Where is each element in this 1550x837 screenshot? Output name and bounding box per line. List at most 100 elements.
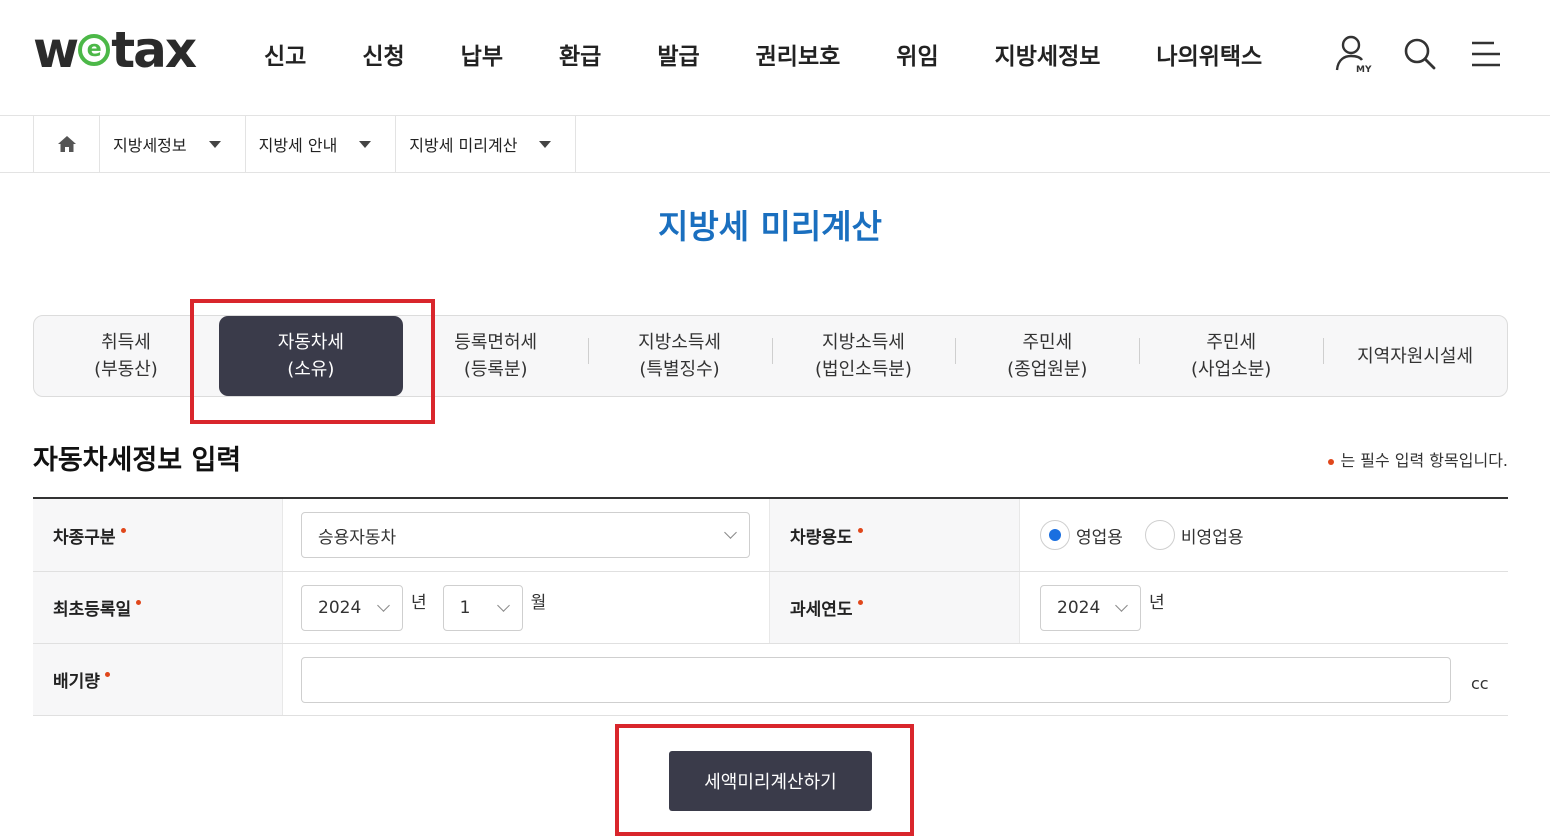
breadcrumb-localtax-info[interactable]: 지방세정보 [100,116,246,172]
nav-item-my-wetax[interactable]: 나의위택스 [1156,37,1262,71]
nav-item-localtax-info[interactable]: 지방세정보 [995,37,1101,71]
first-registration-month-select[interactable]: 1 [442,584,523,631]
tax-year-select[interactable]: 2024 [1040,584,1141,631]
breadcrumb-localtax-guide[interactable]: 지방세 안내 [246,116,397,172]
radio-label: 영업용 [1076,527,1123,548]
nav-item-report[interactable]: 신고 [264,37,306,71]
vehicle-type-cell: 승용자동차 [283,499,770,571]
svg-text:MY: MY [1356,65,1372,75]
nav-item-refund[interactable]: 환급 [559,37,601,71]
year-unit: 년 [1149,593,1165,613]
required-dot-icon [104,672,110,677]
logo-text-tax: tax [111,21,197,79]
wetax-logo[interactable]: w e tax [33,21,197,79]
radio-label: 비영업용 [1180,527,1244,548]
year-unit: 년 [411,593,427,613]
tab-label: 지방소득세 (특별징수) [638,332,721,380]
caret-down-icon [208,140,221,148]
label-text: 최초등록일 [53,600,132,620]
home-icon[interactable] [34,116,100,172]
chevron-down-icon [377,598,390,612]
radio-non-business-use[interactable]: 비영업용 [1144,520,1244,550]
tab-resident-tax-employee[interactable]: 주민세 (종업원분) [955,315,1139,397]
radio-business-use[interactable]: 영업용 [1040,520,1123,550]
nav-item-payment[interactable]: 납부 [461,37,503,71]
radio-checked-icon [1040,520,1070,550]
radio-unchecked-icon [1144,520,1175,550]
logo-text-w: w [33,21,79,79]
logo-e-mark: e [78,34,111,66]
chevron-down-icon [1115,598,1128,612]
my-user-icon[interactable]: MY [1334,32,1374,76]
first-registration-cell: 2024 년 1 월 [283,572,770,643]
nav-item-issue[interactable]: 발급 [657,37,699,71]
tab-label: 취득세 (부동산) [94,332,158,380]
displacement-unit: cc [1471,674,1489,693]
label-text: 차종구분 [53,527,116,548]
vehicle-type-select[interactable]: 승용자동차 [301,512,750,558]
tab-acquisition-tax[interactable]: 취득세 (부동산) [34,315,218,397]
section-title: 자동차세정보 입력 [33,445,242,476]
select-value: 2024 [318,597,362,618]
calculate-tax-button[interactable]: 세액미리계산하기 [669,751,872,811]
month-unit: 월 [530,593,547,613]
form-row: 최초등록일 2024 년 1 월 과세연도 2024 년 [33,572,1508,644]
form-row: 차종구분 승용자동차 차량용도 영업용 비영업용 [33,499,1508,572]
page-title: 지방세 미리계산 [657,207,882,246]
tab-resident-tax-business[interactable]: 주민세 (사업소분) [1139,315,1323,397]
vehicle-type-label: 차종구분 [33,499,283,571]
breadcrumb-divider [0,172,1550,173]
tab-vehicle-tax[interactable]: 자동차세 (소유) [218,316,403,396]
required-dot-icon [136,600,142,605]
breadcrumb-label: 지방세 안내 [258,136,338,155]
select-value: 1 [459,597,471,618]
label-text: 배기량 [53,672,100,692]
tab-label: 지역자원시설세 [1357,345,1474,367]
displacement-input[interactable] [301,656,1451,703]
displacement-label: 배기량 [33,644,283,715]
select-value: 2024 [1057,597,1101,618]
tab-registration-license-tax[interactable]: 등록면허세 (등록분) [404,315,588,397]
select-value: 승용자동차 [318,527,397,548]
label-text: 과세연도 [790,600,853,620]
required-dot-icon [1328,458,1335,465]
caret-down-icon [359,140,372,148]
caret-down-icon [539,140,552,148]
site-header: w e tax 신고 신청 납부 환급 발급 권리보호 위임 지방세정보 나의위택스… [0,0,1550,116]
tab-label: 지방소득세 (법인소득분) [815,332,912,380]
first-registration-label: 최초등록일 [33,572,283,643]
tab-regional-resource-tax[interactable]: 지역자원시설세 [1323,315,1507,397]
chevron-down-icon [496,598,510,612]
form-row: 배기량 cc [33,644,1508,716]
required-dot-icon [857,600,863,605]
required-note-text: 는 필수 입력 항목입니다. [1340,451,1508,470]
tab-label: 자동차세 (소유) [277,332,344,380]
breadcrumb-localtax-precalc[interactable]: 지방세 미리계산 [396,116,577,172]
required-dot-icon [120,527,126,533]
menu-icon[interactable] [1466,32,1506,76]
chevron-down-icon [724,526,737,539]
tax-year-label: 과세연도 [770,572,1020,643]
header-utility: MY [1334,32,1506,76]
first-registration-year-select[interactable]: 2024 [301,584,403,631]
tab-local-income-tax-withholding[interactable]: 지방소득세 (특별징수) [587,315,772,397]
breadcrumb-label: 지방세 미리계산 [409,136,518,155]
tab-label: 등록면허세 (등록분) [454,332,538,380]
nav-item-apply[interactable]: 신청 [362,37,404,71]
tab-local-income-tax-corporate[interactable]: 지방소득세 (법인소득분) [771,315,956,397]
nav-item-delegation[interactable]: 위임 [896,37,938,71]
displacement-cell: cc [283,644,1508,715]
breadcrumb: 지방세정보 지방세 안내 지방세 미리계산 [33,116,577,173]
tab-label: 주민세 (사업소분) [1191,332,1272,380]
vehicle-use-cell: 영업용 비영업용 [1020,499,1508,571]
tax-type-tabs: 취득세 (부동산) 자동차세 (소유) 등록면허세 (등록분) 지방소득세 (특… [33,315,1508,397]
tab-label: 주민세 (종업원분) [1007,332,1088,380]
breadcrumb-label: 지방세정보 [113,136,187,155]
label-text: 차량용도 [790,527,853,548]
vehicle-tax-form: 차종구분 승용자동차 차량용도 영업용 비영업용 최초등록일 2024 년 1 … [33,497,1508,716]
nav-item-rights[interactable]: 권리보호 [756,37,841,71]
required-note: 는 필수 입력 항목입니다. [1328,447,1508,471]
required-dot-icon [857,527,863,533]
main-nav: 신고 신청 납부 환급 발급 권리보호 위임 지방세정보 나의위택스 [264,32,1262,76]
search-icon[interactable] [1400,32,1440,76]
